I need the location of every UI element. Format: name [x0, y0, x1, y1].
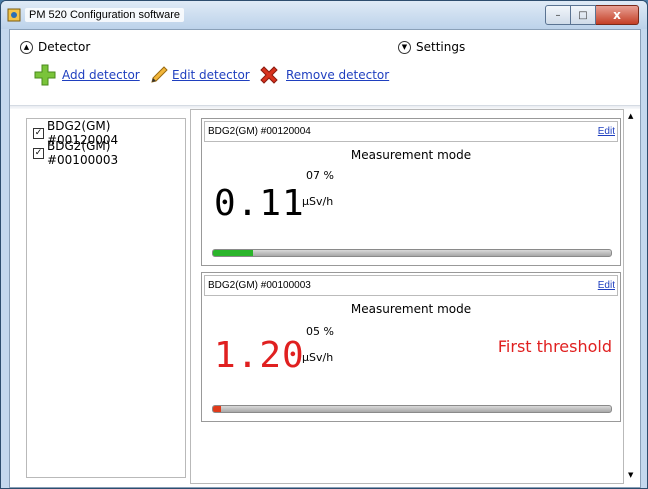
add-detector-label: Add detector: [62, 68, 140, 82]
measurement-progress-bar: [212, 405, 612, 413]
threshold-status: First threshold: [497, 337, 612, 356]
remove-x-icon: [260, 66, 278, 84]
measurement-mode-label: Measurement mode: [350, 148, 472, 162]
detector-card-title: BDG2(GM) #00120004: [208, 126, 311, 137]
edit-link[interactable]: Edit: [598, 122, 615, 141]
percent-value: 05 %: [306, 325, 334, 338]
window-title: PM 520 Configuration software: [25, 8, 185, 22]
detector-section-toggle[interactable]: ▲ Detector: [20, 40, 90, 54]
settings-section-toggle[interactable]: ▼ Settings: [398, 40, 465, 54]
edit-detector-button[interactable]: Edit detector: [148, 64, 250, 86]
checkbox[interactable]: ✓: [33, 127, 44, 139]
progress-fill: [213, 406, 221, 412]
measurement-progress-bar: [212, 249, 612, 257]
edit-link[interactable]: Edit: [598, 276, 615, 295]
detector-card: BDG2(GM) #00120004 Edit Measurement mode…: [201, 118, 621, 266]
settings-section-label: Settings: [416, 40, 466, 54]
remove-detector-button[interactable]: Remove detector: [258, 64, 389, 86]
detector-card-header: BDG2(GM) #00120004 Edit: [204, 121, 618, 142]
pencil-icon: [151, 66, 168, 83]
client-area: ▲ Detector ▼ Settings Add detector Edit …: [9, 29, 641, 488]
remove-detector-label: Remove detector: [286, 68, 390, 82]
detector-list-label: BDG2(GM) #00100003: [46, 139, 119, 167]
edit-detector-label: Edit detector: [172, 68, 250, 82]
expand-icon: ▼: [398, 40, 411, 54]
measurement-mode-label: Measurement mode: [350, 302, 472, 316]
detector-card-title: BDG2(GM) #00100003: [208, 280, 311, 291]
vertical-scrollbar[interactable]: ▲ ▼: [624, 109, 640, 482]
close-button[interactable]: x: [596, 5, 639, 25]
detector-cards-panel: BDG2(GM) #00120004 Edit Measurement mode…: [190, 109, 624, 484]
minimize-button[interactable]: –: [545, 5, 571, 25]
app-icon: [7, 8, 21, 22]
title-bar: PM 520 Configuration software – □ x: [1, 1, 647, 29]
detector-list: ✓ BDG2(GM) #00120004 ✓ BDG2(GM) #0010000…: [26, 118, 186, 478]
window-controls: – □ x: [545, 5, 639, 25]
percent-value: 07 %: [306, 169, 334, 182]
app-window: PM 520 Configuration software – □ x ▲ De…: [0, 0, 648, 489]
collapse-icon: ▲: [20, 40, 33, 54]
dose-rate-value: 0.11: [214, 183, 305, 224]
progress-fill: [213, 250, 253, 256]
dose-unit: µSv/h: [302, 351, 334, 364]
detector-section-label: Detector: [38, 40, 91, 54]
detector-card-header: BDG2(GM) #00100003 Edit: [204, 275, 618, 296]
scroll-down-arrow-icon[interactable]: ▼: [628, 471, 633, 479]
checkbox[interactable]: ✓: [33, 147, 44, 159]
dose-unit: µSv/h: [302, 195, 334, 208]
dose-rate-value: 1.20: [214, 335, 305, 376]
plus-icon: [34, 64, 56, 86]
maximize-button[interactable]: □: [571, 5, 596, 25]
add-detector-button[interactable]: Add detector: [34, 64, 140, 86]
detector-list-item[interactable]: ✓ BDG2(GM) #00100003: [27, 139, 185, 167]
detector-card: BDG2(GM) #00100003 Edit Measurement mode…: [201, 272, 621, 422]
scroll-up-arrow-icon[interactable]: ▲: [628, 112, 633, 120]
